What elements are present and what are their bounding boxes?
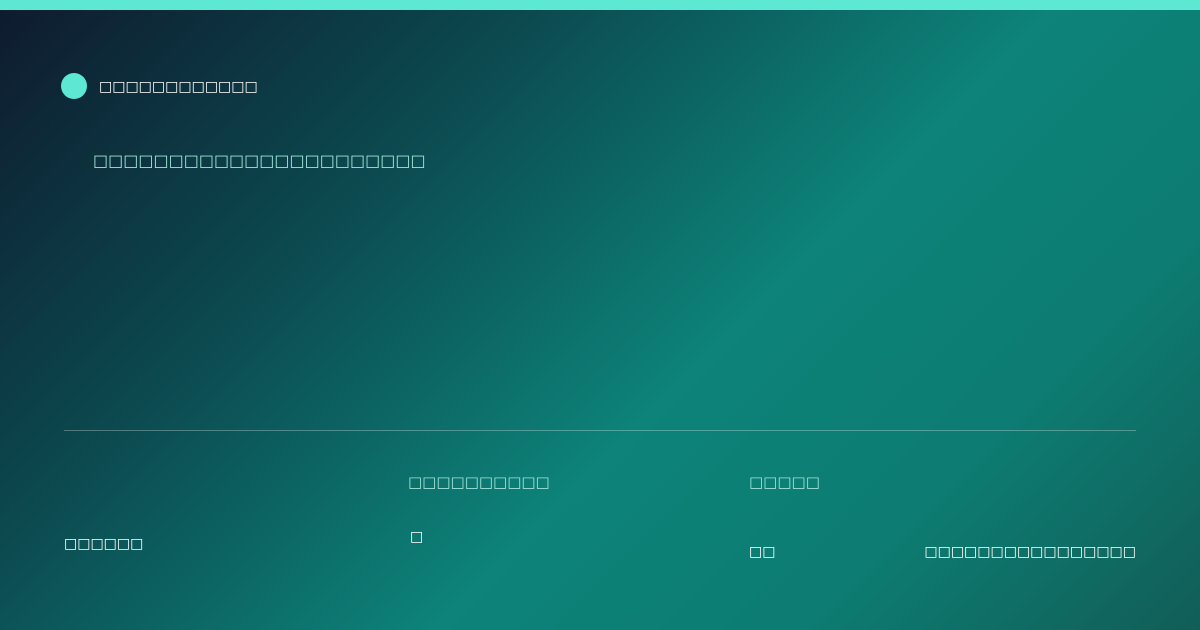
footer-col2-value: □ — [410, 529, 424, 545]
footer-divider — [64, 430, 1136, 431]
footer-col2-label: □□□□□□□□□□ — [408, 473, 550, 491]
top-accent-bar — [0, 0, 1200, 10]
footer-right-text: □□□□□□□□□□□□□□□□ — [924, 544, 1136, 560]
footer-col3-label: □□□□□ — [749, 473, 820, 491]
footer-col3-value: □□ — [749, 544, 776, 560]
brand-name: □□□□□□□□□□□□ — [99, 79, 258, 95]
footer-left-text: □□□□□□ — [64, 536, 144, 552]
brand-logo-icon — [61, 73, 87, 99]
headline: □□□□□□□□□□□□□□□□□□□□□□ — [93, 151, 426, 170]
